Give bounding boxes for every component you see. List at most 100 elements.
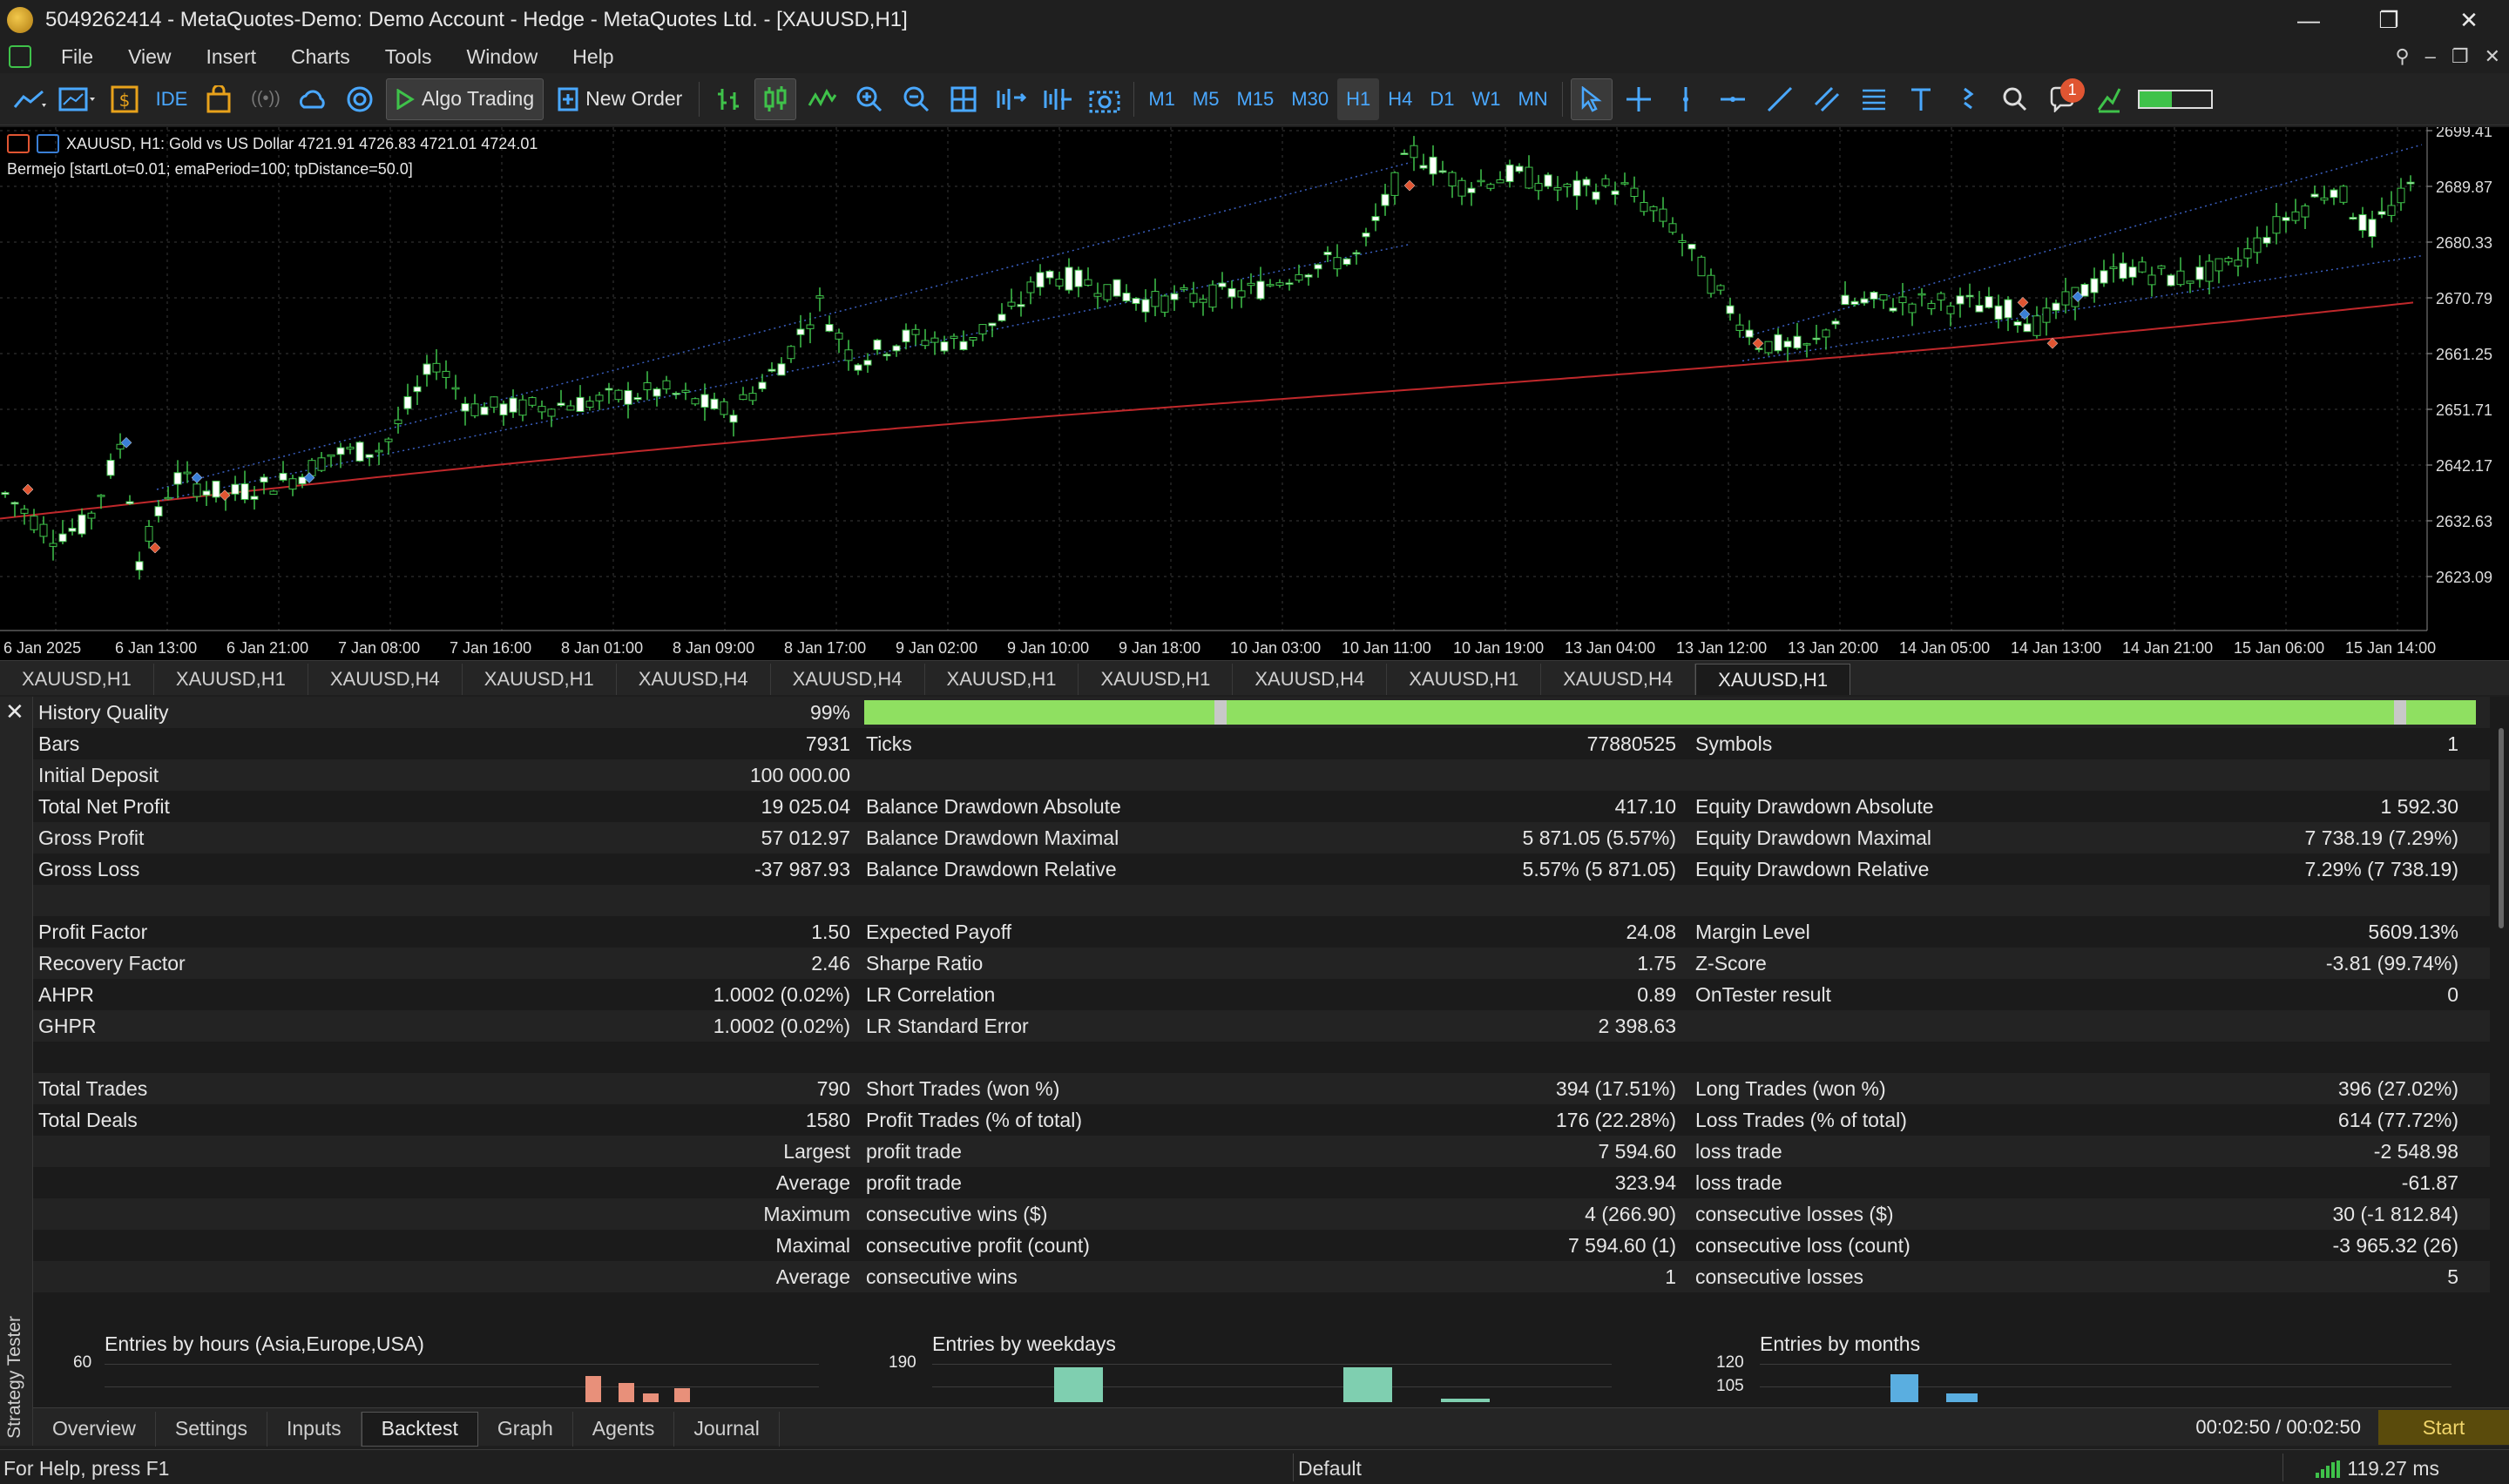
signals-icon[interactable]: ((•)) (245, 78, 287, 120)
notifications-icon[interactable]: 1 (2041, 78, 2085, 120)
close-tester-icon[interactable]: ✕ (5, 698, 24, 725)
market-icon[interactable]: $ (104, 78, 145, 120)
search-icon[interactable] (1994, 78, 2036, 120)
menu-view[interactable]: View (111, 45, 188, 69)
pin-icon[interactable]: ⚲ (2395, 45, 2409, 68)
tester-tab-agents[interactable]: Agents (573, 1411, 675, 1447)
stats-row: Bars 7931 Ticks 77880525 Symbols 1 (33, 728, 2490, 759)
mdi-close-icon[interactable]: ✕ (2485, 45, 2500, 68)
price-chart[interactable]: 2699.41 2689.87 2680.33 2670.79 2661.25 2651.… (0, 127, 2509, 660)
text-tool-icon[interactable] (1900, 78, 1942, 120)
bar-chart-icon[interactable] (707, 78, 749, 120)
timeframe-m30[interactable]: M30 (1282, 78, 1337, 120)
symbol-tab[interactable]: XAUUSD,H1 (0, 664, 154, 695)
timeframe-m15[interactable]: M15 (1227, 78, 1282, 120)
symbol-tab[interactable]: XAUUSD,H4 (617, 664, 771, 695)
stat-label: Long Trades (won %) (1695, 1076, 1886, 1100)
symbol-tab[interactable]: XAUUSD,H1 (1387, 664, 1542, 695)
symbol-tab[interactable]: XAUUSD,H4 (308, 664, 463, 695)
candle-body (1084, 279, 1092, 286)
symbol-tab[interactable]: XAUUSD,H4 (1233, 664, 1388, 695)
expert-info[interactable]: Bermejo [startLot=0.01; emaPeriod=100; t… (7, 160, 413, 179)
time-tick: 14 Jan 05:00 (1899, 639, 1990, 657)
menu-file[interactable]: File (44, 45, 111, 69)
tester-tab-inputs[interactable]: Inputs (267, 1411, 362, 1447)
terminal-menu-icon[interactable] (9, 45, 31, 68)
cursor-icon[interactable] (1570, 78, 1613, 120)
stat-value: 77880525 (1586, 732, 1676, 755)
menu-charts[interactable]: Charts (274, 45, 368, 69)
trade-panel-icon[interactable] (7, 134, 30, 153)
vps-cloud-icon[interactable] (292, 78, 334, 120)
candle-body (1112, 279, 1121, 297)
tile-windows-icon[interactable] (943, 78, 984, 120)
tester-tab-journal[interactable]: Journal (674, 1411, 780, 1447)
horizontal-line-icon[interactable] (1712, 78, 1754, 120)
shopping-bag-icon[interactable] (198, 78, 240, 120)
symbol-tab[interactable]: XAUUSD,H1 (1079, 664, 1234, 695)
candle-body (20, 509, 29, 514)
toolbar-separator (1561, 81, 1563, 117)
symbol-tab[interactable]: XAUUSD,H4 (1541, 664, 1696, 695)
new-chart-icon[interactable] (57, 78, 98, 120)
timeframe-d1[interactable]: D1 (1421, 78, 1463, 120)
timeframe-mn[interactable]: MN (1509, 78, 1556, 120)
depth-of-market-icon[interactable] (37, 134, 59, 153)
symbol-tab[interactable]: XAUUSD,H4 (771, 664, 925, 695)
tester-tab-list: Overview Settings Inputs Backtest Graph Agent… (33, 1408, 780, 1447)
vertical-line-icon[interactable] (1665, 78, 1707, 120)
timeframe-w1[interactable]: W1 (1463, 78, 1509, 120)
connection-status[interactable]: 119.27 ms (2316, 1457, 2439, 1481)
profile-name[interactable]: Default (1298, 1457, 1362, 1481)
timeframe-h4[interactable]: H4 (1379, 78, 1421, 120)
menu-window[interactable]: Window (449, 45, 555, 69)
stats-row: Average consecutive wins 1 consecutive loss… (33, 1261, 2490, 1292)
stats-scrollbar[interactable] (2499, 728, 2504, 928)
timeframe-m5[interactable]: M5 (1184, 78, 1228, 120)
strategy-tester-icon[interactable] (2088, 78, 2130, 120)
candle-body (624, 389, 632, 405)
minimize-button[interactable]: — (2269, 0, 2349, 40)
algo-trading-button[interactable]: Algo Trading (386, 78, 544, 120)
channel-icon[interactable] (1806, 78, 1848, 120)
chart-type-line-icon[interactable] (10, 78, 51, 120)
trendline-icon[interactable] (1759, 78, 1801, 120)
stat-label: Expected Payoff (866, 920, 1012, 943)
mdi-restore-icon[interactable]: ❐ (2452, 45, 2469, 68)
window-controls: — ❐ ✕ (2269, 0, 2509, 40)
candle-body (921, 340, 930, 347)
timeframe-m1[interactable]: M1 (1140, 78, 1184, 120)
chart-shift-icon[interactable] (1037, 78, 1079, 120)
mdi-minimize-icon[interactable]: – (2425, 45, 2436, 68)
start-button[interactable]: Start (2378, 1410, 2509, 1445)
symbol-tab[interactable]: XAUUSD,H1 (1695, 664, 1851, 695)
screenshot-icon[interactable] (1084, 78, 1126, 120)
menu-insert[interactable]: Insert (189, 45, 274, 69)
shapes-icon[interactable] (1947, 78, 1989, 120)
crosshair-icon[interactable] (1618, 78, 1660, 120)
timeframe-h1[interactable]: H1 (1337, 78, 1380, 120)
symbol-tab[interactable]: XAUUSD,H1 (925, 664, 1079, 695)
community-icon[interactable] (339, 78, 381, 120)
menu-help[interactable]: Help (555, 45, 631, 69)
tester-tab-graph[interactable]: Graph (478, 1411, 573, 1447)
menu-tools[interactable]: Tools (368, 45, 450, 69)
scroll-chart-icon[interactable] (990, 78, 1031, 120)
tester-tab-settings[interactable]: Settings (156, 1411, 267, 1447)
new-order-button[interactable]: New Order (549, 78, 691, 120)
fibonacci-icon[interactable] (1853, 78, 1895, 120)
tester-tab-overview[interactable]: Overview (33, 1411, 156, 1447)
ide-button[interactable]: IDE (151, 78, 193, 120)
zoom-in-icon[interactable] (849, 78, 890, 120)
close-button[interactable]: ✕ (2429, 0, 2509, 40)
stat-value: Largest (783, 1139, 850, 1163)
line-chart-icon[interactable] (801, 78, 843, 120)
tester-tab-backtest[interactable]: Backtest (361, 1411, 478, 1447)
gridline (932, 1386, 1612, 1387)
candlestick-icon[interactable] (754, 78, 797, 120)
stat-value: 19 025.04 (761, 794, 850, 818)
symbol-tab[interactable]: XAUUSD,H1 (154, 664, 308, 695)
restore-button[interactable]: ❐ (2349, 0, 2429, 40)
zoom-out-icon[interactable] (896, 78, 937, 120)
symbol-tab[interactable]: XAUUSD,H1 (463, 664, 617, 695)
